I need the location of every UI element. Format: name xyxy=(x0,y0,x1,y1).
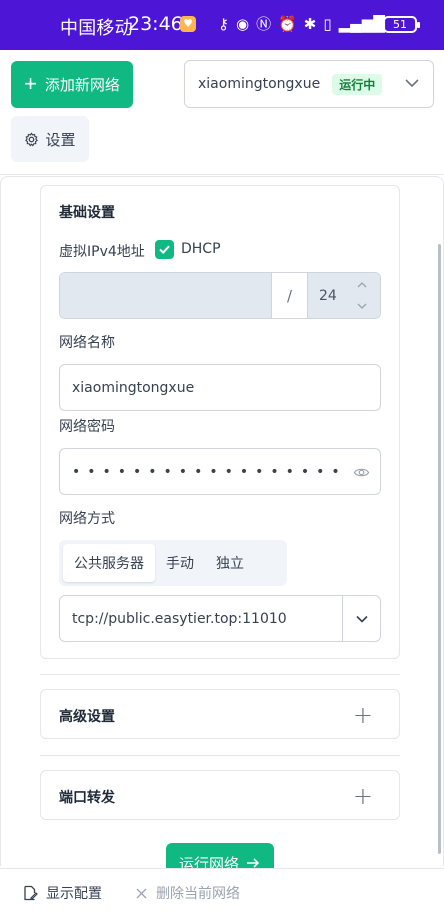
network-name-label: 网络名称 xyxy=(59,335,115,351)
divider xyxy=(40,755,400,756)
dhcp-label: DHCP xyxy=(181,241,221,257)
network-name-input[interactable]: xiaomingtongxue xyxy=(59,364,381,411)
delete-network-button[interactable]: 删除当前网络 xyxy=(135,883,240,903)
chevron-down-icon[interactable] xyxy=(356,300,368,312)
settings-label: 设置 xyxy=(45,130,76,149)
chevron-down-icon xyxy=(355,615,368,623)
close-icon xyxy=(136,888,147,898)
add-network-label: 添加新网络 xyxy=(44,77,120,94)
network-secret-input[interactable]: •••••••••••••••••• xyxy=(59,448,381,495)
chevron-down-icon xyxy=(405,79,419,88)
alarm-icon: ⏰ xyxy=(278,14,297,33)
battery-indicator: 51 xyxy=(383,16,420,33)
divider xyxy=(0,174,444,175)
network-mode-label: 网络方式 xyxy=(59,511,115,527)
status-bar: 中国移动 23:46 ♥ ⚷ ◉ Ⓝ ⏰ ✱ ▯ ▂▄▆█ 51 xyxy=(0,0,444,50)
ipv4-input[interactable] xyxy=(60,273,271,318)
panel-title: 高级设置 xyxy=(59,709,115,725)
mode-public-server[interactable]: 公共服务器 xyxy=(63,544,155,582)
netmask-value: 24 xyxy=(319,287,337,304)
edit-file-icon xyxy=(24,885,38,901)
plus-icon[interactable]: + xyxy=(353,703,373,727)
network-mode-selector: 公共服务器 手动 独立 xyxy=(59,540,287,586)
mode-standalone[interactable]: 独立 xyxy=(205,544,255,582)
check-icon xyxy=(159,245,170,255)
public-server-select[interactable]: tcp://public.easytier.top:11010 xyxy=(59,595,381,642)
ipv4-slash: / xyxy=(271,273,308,318)
divider xyxy=(40,674,400,675)
port-forward-panel[interactable]: 端口转发 + xyxy=(40,770,400,820)
password-dots: •••••••••••••••••• xyxy=(72,463,347,480)
chevron-up-icon[interactable] xyxy=(356,279,368,291)
add-network-button[interactable]: + 添加新网络 xyxy=(11,61,133,108)
network-secret-label: 网络密码 xyxy=(59,419,115,435)
panel-title: 基础设置 xyxy=(59,205,115,221)
network-name: xiaomingtongxue xyxy=(198,76,321,92)
plus-icon[interactable]: + xyxy=(353,784,373,808)
nfc-icon: Ⓝ xyxy=(256,15,272,33)
show-config-button[interactable]: 显示配置 xyxy=(22,883,102,903)
signal-icon: ▂▄▆█ xyxy=(338,14,385,33)
status-icons: ⚷ ◉ Ⓝ ⏰ ✱ ▯ ▂▄▆█ xyxy=(218,13,385,34)
status-badge: 运行中 xyxy=(332,73,383,95)
eye-icon: ◉ xyxy=(236,14,250,33)
carrier-name: 中国移动 xyxy=(60,18,133,39)
plus-icon: + xyxy=(24,70,37,96)
dhcp-checkbox[interactable] xyxy=(155,240,174,259)
key-icon: ⚷ xyxy=(218,14,229,33)
clock: 23:46 xyxy=(128,13,183,35)
settings-button[interactable]: 设置 xyxy=(11,116,89,162)
scrollbar[interactable] xyxy=(438,244,441,854)
advanced-settings-panel[interactable]: 高级设置 + xyxy=(40,689,400,739)
ipv4-label: 虚拟IPv4地址 xyxy=(59,244,145,260)
netmask-input[interactable]: 24 xyxy=(308,273,380,318)
show-config-label: 显示配置 xyxy=(46,886,102,902)
eye-icon[interactable] xyxy=(353,464,370,481)
vibrate-icon: ▯ xyxy=(323,14,332,33)
ipv4-input-group: / 24 xyxy=(59,272,381,319)
footer-bar: 显示配置 删除当前网络 xyxy=(0,868,444,920)
public-server-value: tcp://public.easytier.top:11010 xyxy=(72,610,287,627)
delete-network-label: 删除当前网络 xyxy=(156,886,240,902)
health-app-icon: ♥ xyxy=(180,16,196,32)
network-name-value: xiaomingtongxue xyxy=(72,379,195,396)
network-select[interactable]: xiaomingtongxue 运行中 xyxy=(184,60,434,108)
server-dropdown-button[interactable] xyxy=(342,596,380,641)
bluetooth-icon: ✱ xyxy=(303,14,317,33)
panel-title: 端口转发 xyxy=(59,790,115,806)
gear-icon xyxy=(25,131,39,147)
mode-manual[interactable]: 手动 xyxy=(155,544,205,582)
